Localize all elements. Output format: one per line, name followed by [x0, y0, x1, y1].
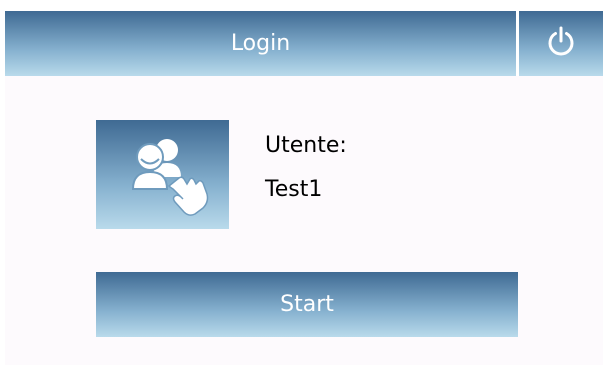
user-label: Utente: — [265, 133, 347, 158]
login-screen: Login Utente: Test1 Start — [5, 11, 603, 365]
header: Login — [5, 11, 603, 76]
user-name-value: Test1 — [265, 177, 323, 202]
page-title-label: Login — [230, 31, 291, 56]
start-button-label: Start — [280, 292, 334, 317]
users-touch-icon — [113, 128, 213, 222]
power-icon — [544, 25, 578, 63]
page-title: Login — [5, 11, 516, 76]
start-button[interactable]: Start — [96, 272, 518, 337]
power-button[interactable] — [519, 11, 603, 76]
user-select-tile[interactable] — [96, 120, 229, 229]
